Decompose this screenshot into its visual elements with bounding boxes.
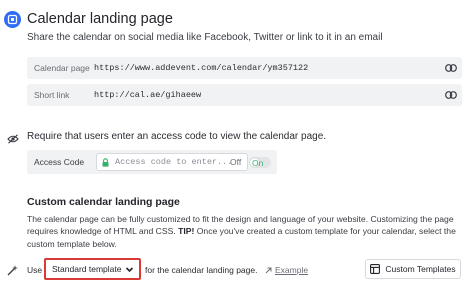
custom-page-heading: Custom calendar landing page	[27, 196, 180, 208]
calendar-page-url-row: Calendar page https://www.addevent.com/c…	[27, 57, 462, 79]
chevron-down-icon	[125, 267, 134, 273]
calendar-page-label: Calendar page	[34, 63, 90, 73]
wand-icon	[6, 264, 19, 282]
page-subtitle: Share the calendar on social media like …	[27, 32, 383, 43]
link-icon[interactable]	[440, 64, 462, 72]
short-link-url[interactable]: http://cal.ae/gihaeew	[94, 90, 440, 100]
page-title: Calendar landing page	[27, 11, 173, 27]
access-code-label: Access Code	[34, 157, 85, 167]
tip-label: TIP!	[178, 226, 195, 237]
example-link[interactable]: Example	[265, 265, 308, 275]
use-label: Use	[27, 265, 43, 275]
lock-icon	[102, 157, 109, 167]
custom-page-description: The calendar page can be fully customize…	[27, 213, 467, 250]
custom-templates-label: Custom Templates	[385, 264, 456, 274]
external-arrow-icon	[265, 267, 272, 273]
template-for-text: for the calendar landing page.	[145, 265, 258, 275]
access-code-description: Require that users enter an access code …	[27, 131, 327, 142]
example-link-text: Example	[275, 265, 309, 275]
access-code-input[interactable]: Access code to enter...	[96, 153, 248, 171]
toggle-on-label: On	[252, 158, 264, 168]
link-icon[interactable]	[440, 91, 462, 99]
short-link-url-row: Short link http://cal.ae/gihaeew	[27, 84, 462, 106]
template-select[interactable]: Standard template	[44, 258, 141, 280]
custom-templates-button[interactable]: Custom Templates	[365, 259, 461, 279]
toggle-off-label: Off	[230, 157, 242, 167]
short-link-label: Short link	[34, 90, 70, 100]
access-code-placeholder: Access code to enter...	[115, 157, 233, 167]
template-icon	[370, 264, 381, 274]
template-select-value: Standard template	[52, 264, 122, 274]
eye-off-icon	[7, 131, 19, 149]
calendar-app-icon	[4, 11, 21, 28]
access-code-box: Access Code Access code to enter... Off	[27, 150, 277, 174]
calendar-page-url[interactable]: https://www.addevent.com/calendar/ym3571…	[94, 63, 440, 73]
